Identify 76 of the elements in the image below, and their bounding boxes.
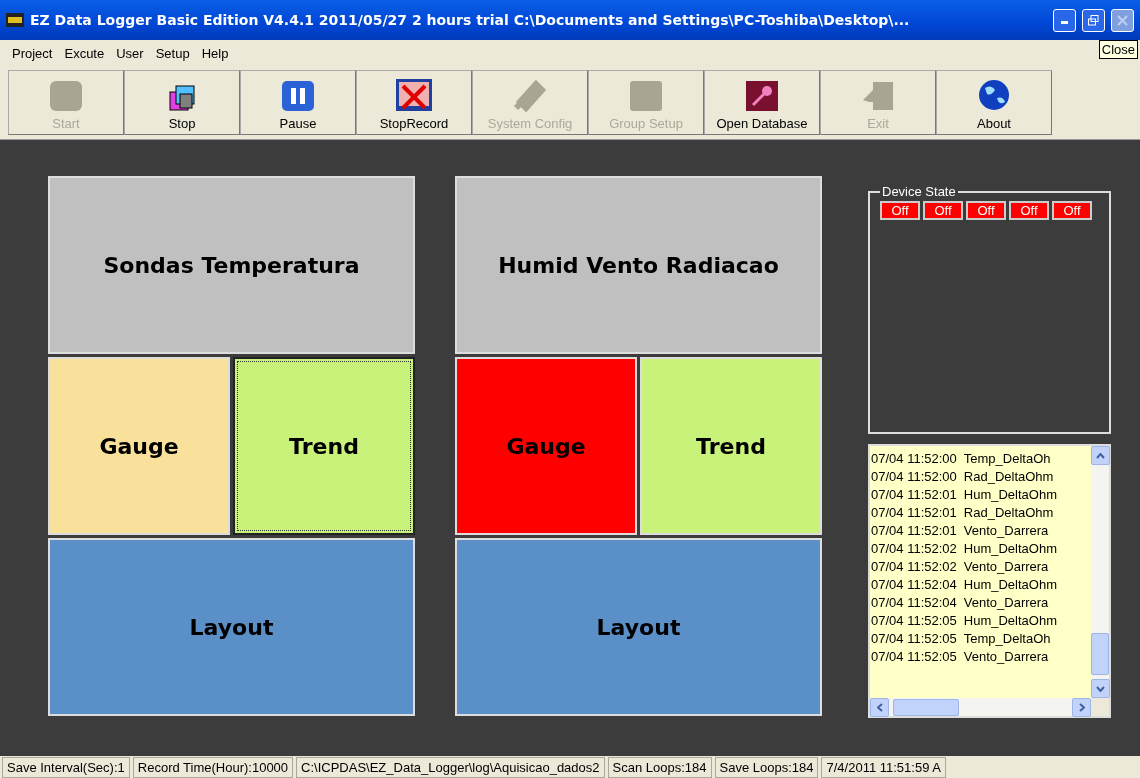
key-icon — [745, 80, 779, 112]
scroll-down-button[interactable] — [1091, 679, 1110, 698]
log-text: Hum_DeltaOhm — [963, 612, 1057, 630]
group-title-button[interactable]: Humid Vento Radiacao — [455, 176, 822, 354]
device-indicator: Off — [923, 201, 963, 220]
minimize-button[interactable] — [1053, 8, 1076, 32]
log-time: 07/04 11:52:01 — [871, 504, 957, 522]
trend-button[interactable]: Trend — [233, 357, 415, 535]
globe-icon — [977, 78, 1011, 112]
square-icon — [49, 80, 83, 112]
log-time: 07/04 11:52:01 — [871, 522, 957, 540]
log-time: 07/04 11:52:01 — [871, 486, 957, 504]
scroll-thumb[interactable] — [893, 698, 959, 716]
layout-button[interactable]: Layout — [48, 538, 415, 716]
group-title-button[interactable]: Sondas Temperatura — [48, 176, 415, 354]
trend-button[interactable]: Trend — [640, 357, 822, 535]
status-field: C:\ICPDAS\EZ_Data_Logger\log\Aquisicao_dados2 — [296, 756, 605, 778]
toolbar-button[interactable]: About — [936, 70, 1052, 135]
device-indicator: Off — [880, 201, 920, 220]
log-text: Hum_DeltaOhm — [963, 486, 1057, 504]
device-indicator: Off — [1052, 201, 1092, 220]
log-text: Rad_DeltaOhm — [963, 504, 1054, 522]
log-time: 07/04 11:52:00 — [871, 468, 957, 486]
tooltip: Close — [1098, 40, 1138, 59]
device-indicator: Off — [966, 201, 1006, 220]
log-text: Vento_Darrera — [963, 522, 1049, 540]
menu-item[interactable]: Help — [201, 45, 229, 61]
toolbar-button[interactable]: Stop — [124, 70, 240, 135]
gauge-button[interactable]: Gauge — [48, 357, 230, 535]
layout-button[interactable]: Layout — [455, 538, 822, 716]
restore-button[interactable] — [1082, 8, 1105, 32]
pause-icon — [281, 80, 315, 112]
status-field: Record Time(Hour):10000 — [132, 756, 294, 778]
square-icon — [629, 80, 663, 112]
log-text: Vento_Darrera — [963, 594, 1049, 612]
gauge-button[interactable]: Gauge — [455, 357, 637, 535]
close-icon — [1117, 14, 1128, 26]
log-time: 07/04 11:52:04 — [871, 594, 957, 612]
toolbar-button[interactable]: StopRecord — [356, 70, 472, 135]
scrollbar-corner — [1091, 698, 1109, 716]
toolbar-button[interactable]: Pause — [240, 70, 356, 135]
menu-item[interactable]: Setup — [155, 45, 190, 61]
log-time: 07/04 11:52:05 — [871, 630, 957, 648]
window-title: EZ Data Logger Basic Edition V4.4.1 2011/05/27 2 hours trial C:\Documents and Settings\PC-Toshiba\Desktop\... — [30, 12, 911, 28]
scroll-up-button[interactable] — [1091, 446, 1110, 465]
log-text: Temp_DeltaOh — [963, 450, 1051, 468]
scroll-left-button[interactable] — [870, 697, 889, 717]
log-text: Vento_Darrera — [963, 648, 1049, 666]
log-text: Vento_Darrera — [963, 558, 1049, 576]
status-field: Save Loops:184 — [714, 756, 819, 778]
log-time: 07/04 11:52:02 — [871, 558, 957, 576]
scroll-right-button[interactable] — [1072, 697, 1091, 717]
cancel-record-icon — [395, 78, 433, 112]
log-text: Temp_DeltaOh — [963, 630, 1051, 648]
close-button[interactable] — [1111, 8, 1134, 32]
log-text: Hum_DeltaOhm — [963, 576, 1057, 594]
log-text: Rad_DeltaOhm — [963, 468, 1054, 486]
log-time: 07/04 11:52:00 — [871, 450, 957, 468]
log-time: 07/04 11:52:04 — [871, 576, 957, 594]
restore-icon — [1088, 14, 1099, 26]
status-field: Scan Loops:184 — [607, 756, 712, 778]
device-indicator: Off — [1009, 201, 1049, 220]
cubes-icon — [168, 84, 196, 112]
menu-item[interactable]: Project — [12, 45, 53, 61]
toolbar-button[interactable]: Open Database — [704, 70, 820, 135]
status-field: Save Interval(Sec):1 — [2, 756, 130, 778]
status-field: 7/4/2011 11:51:59 A — [821, 756, 946, 778]
log-time: 07/04 11:52:05 — [871, 648, 957, 666]
menu-item[interactable]: User — [116, 45, 144, 61]
log-text: Hum_DeltaOhm — [963, 540, 1057, 558]
scroll-thumb[interactable] — [1091, 633, 1109, 675]
menu-item[interactable]: Excute — [64, 45, 105, 61]
panel-title: Device State — [881, 184, 957, 199]
log-time: 07/04 11:52:05 — [871, 612, 957, 630]
app-icon — [6, 13, 24, 27]
log-time: 07/04 11:52:02 — [871, 540, 957, 558]
